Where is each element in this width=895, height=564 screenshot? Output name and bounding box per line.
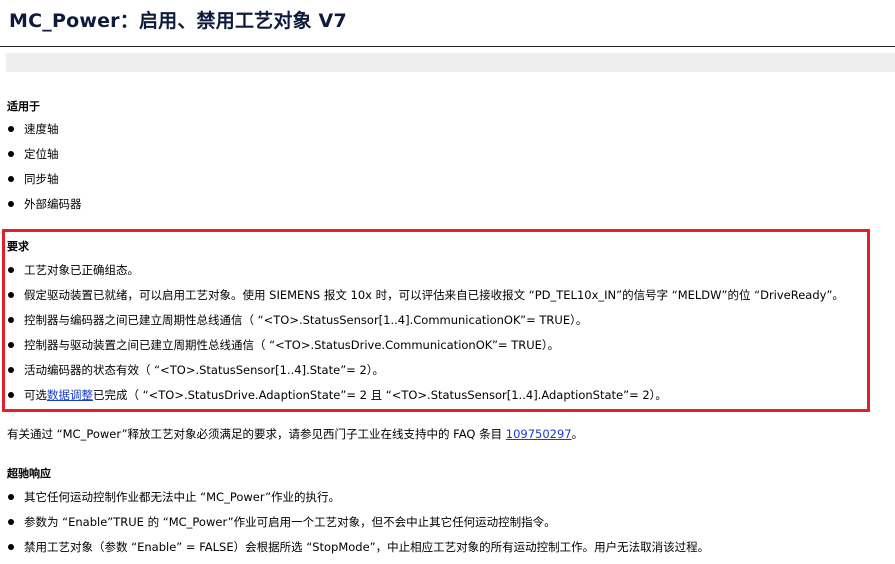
list-item: 活动编码器的状态有效（ “<TO>.StatusSensor[1..4].Sta… bbox=[7, 362, 844, 387]
list-item: 假定驱动装置已就绪，可以启用工艺对象。使用 SIEMENS 报文 10x 时，可… bbox=[7, 287, 844, 312]
bullet-icon bbox=[8, 494, 14, 500]
list-item: 控制器与编码器之间已建立周期性总线通信（ “<TO>.StatusSensor[… bbox=[7, 312, 844, 337]
requirements-note: 有关通过 “MC_Power”释放工艺对象必须满足的要求，请参见西门子工业在线支… bbox=[7, 427, 584, 441]
bullet-icon bbox=[8, 292, 14, 298]
override-list: 其它任何运动控制作业都无法中止 “MC_Power”作业的执行。 参数为 “En… bbox=[7, 489, 709, 564]
list-item: 其它任何运动控制作业都无法中止 “MC_Power”作业的执行。 bbox=[7, 489, 709, 514]
toolbar-strip bbox=[6, 53, 895, 72]
list-item: 禁用工艺对象（参数 “Enable” = FALSE）会根据所选 “StopMo… bbox=[7, 539, 709, 564]
bullet-icon bbox=[8, 201, 14, 207]
list-item: 同步轴 bbox=[7, 171, 82, 196]
list-item: 参数为 “Enable”TRUE 的 “MC_Power”作业可启用一个工艺对象… bbox=[7, 514, 709, 539]
list-item: 定位轴 bbox=[7, 146, 82, 171]
bullet-icon bbox=[8, 176, 14, 182]
page-title: MC_Power：启用、禁用工艺对象 V7 bbox=[9, 10, 347, 32]
data-adjustment-link[interactable]: 数据调整 bbox=[47, 388, 93, 402]
requirements-heading: 要求 bbox=[7, 240, 29, 253]
bullet-icon bbox=[8, 126, 14, 132]
bullet-icon bbox=[8, 151, 14, 157]
bullet-icon bbox=[8, 267, 14, 273]
bullet-icon bbox=[8, 392, 14, 398]
requirements-list: 工艺对象已正确组态。 假定驱动装置已就绪，可以启用工艺对象。使用 SIEMENS… bbox=[7, 262, 844, 412]
override-heading: 超驰响应 bbox=[7, 467, 51, 480]
applies-to-heading: 适用于 bbox=[7, 100, 40, 113]
list-item: 可选数据调整已完成（ “<TO>.StatusDrive.AdaptionSta… bbox=[7, 387, 844, 412]
bullet-icon bbox=[8, 544, 14, 550]
bullet-icon bbox=[8, 342, 14, 348]
faq-link[interactable]: 109750297 bbox=[506, 427, 572, 441]
list-item: 速度轴 bbox=[7, 121, 82, 146]
applies-to-list: 速度轴 定位轴 同步轴 外部编码器 bbox=[7, 121, 82, 221]
list-item: 外部编码器 bbox=[7, 196, 82, 221]
title-divider bbox=[0, 46, 895, 47]
list-item: 工艺对象已正确组态。 bbox=[7, 262, 844, 287]
bullet-icon bbox=[8, 519, 14, 525]
bullet-icon bbox=[8, 317, 14, 323]
list-item: 控制器与驱动装置之间已建立周期性总线通信（ “<TO>.StatusDrive.… bbox=[7, 337, 844, 362]
bullet-icon bbox=[8, 367, 14, 373]
